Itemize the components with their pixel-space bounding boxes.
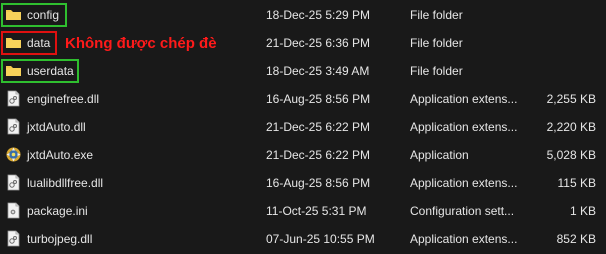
file-row[interactable]: config 18-Dec-25 5:29 PM File folder [0, 1, 606, 29]
file-row[interactable]: turbojpeg.dll 07-Jun-25 10:55 PM Applicati… [0, 225, 606, 253]
file-row[interactable]: package.ini 11-Oct-25 5:31 PM Configuratio… [0, 197, 606, 225]
dll-file-icon [5, 230, 22, 247]
file-row[interactable]: enginefree.dll 16-Aug-25 8:56 PM Applicati… [0, 85, 606, 113]
file-date-modified: 21-Dec-25 6:36 PM [266, 36, 371, 50]
file-row[interactable]: lualibdllfree.dll 16-Aug-25 8:56 PM Applic… [0, 169, 606, 197]
file-type: Application extens... [410, 120, 518, 134]
file-row[interactable]: jxtdAuto.dll 21-Dec-25 6:22 PM Application… [0, 113, 606, 141]
file-size: 852 KB [556, 232, 596, 246]
file-size: 5,028 KB [546, 148, 596, 162]
highlight-box-data [1, 31, 57, 55]
overwrite-warning-annotation: Không được chép đè [65, 35, 217, 52]
file-row[interactable]: userdata 18-Dec-25 3:49 AM File folder [0, 57, 606, 85]
file-type: Application extens... [410, 232, 518, 246]
file-date-modified: 18-Dec-25 3:49 AM [266, 64, 370, 78]
file-type: File folder [410, 36, 463, 50]
file-name: package.ini [27, 204, 88, 218]
file-type: Application [410, 148, 469, 162]
file-date-modified: 07-Jun-25 10:55 PM [266, 232, 375, 246]
file-size: 115 KB [557, 176, 596, 190]
ini-file-icon [5, 202, 22, 219]
dll-file-icon [5, 90, 22, 107]
file-size: 1 KB [569, 204, 596, 218]
dll-file-icon [5, 118, 22, 135]
exe-app-icon [5, 146, 22, 163]
file-name: enginefree.dll [27, 92, 100, 106]
file-date-modified: 21-Dec-25 6:22 PM [266, 148, 371, 162]
file-name: turbojpeg.dll [27, 232, 93, 246]
file-type: File folder [410, 64, 463, 78]
file-type: File folder [410, 8, 463, 22]
highlight-box-config [1, 3, 67, 27]
file-name: jxtdAuto.exe [27, 148, 94, 162]
file-date-modified: 11-Oct-25 5:31 PM [266, 204, 367, 218]
highlight-box-userdata [1, 59, 79, 83]
file-date-modified: 21-Dec-25 6:22 PM [266, 120, 371, 134]
file-name: jxtdAuto.dll [27, 120, 86, 134]
file-date-modified: 16-Aug-25 8:56 PM [266, 176, 371, 190]
file-type: Application extens... [410, 176, 518, 190]
file-name: lualibdllfree.dll [27, 176, 104, 190]
file-row[interactable]: jxtdAuto.exe 21-Dec-25 6:22 PM Application… [0, 141, 606, 169]
file-type: Configuration sett... [410, 204, 515, 218]
file-type: Application extens... [410, 92, 518, 106]
file-size: 2,255 KB [546, 92, 596, 106]
file-date-modified: 16-Aug-25 8:56 PM [266, 92, 371, 106]
dll-file-icon [5, 174, 22, 191]
file-size: 2,220 KB [546, 120, 596, 134]
file-date-modified: 18-Dec-25 5:29 PM [266, 8, 371, 22]
